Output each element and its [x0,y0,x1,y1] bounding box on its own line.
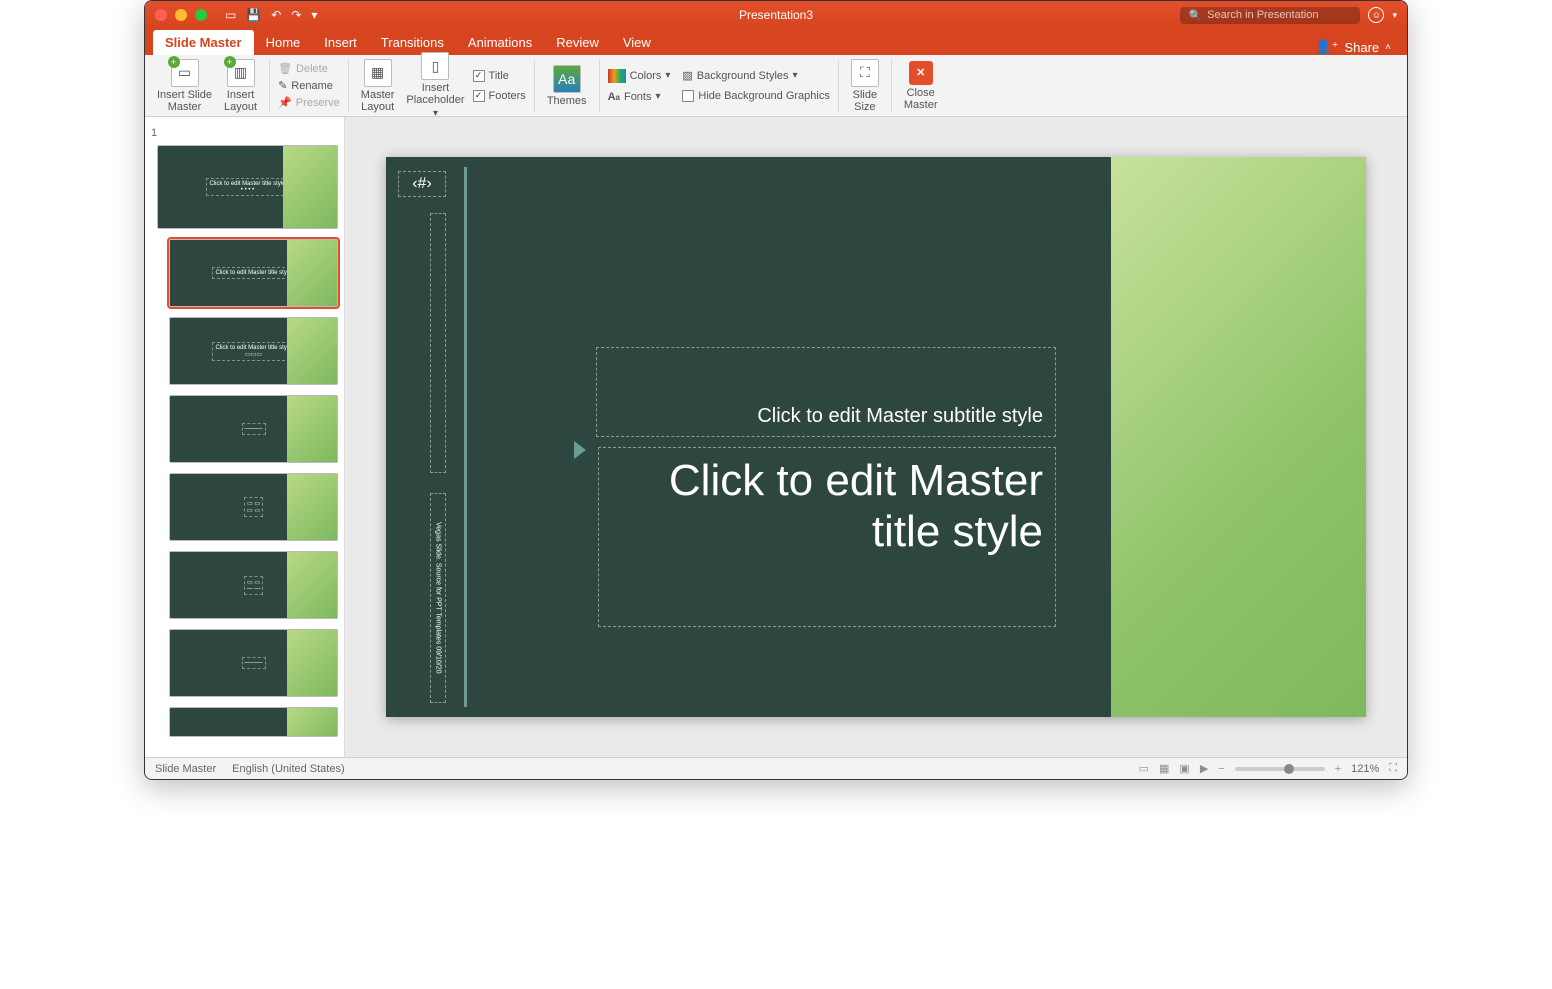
share-button[interactable]: Share [1344,40,1379,55]
sorter-view-icon[interactable]: ▦ [1159,762,1169,775]
status-language[interactable]: English (United States) [232,763,345,775]
delete-button[interactable]: 🗑Delete [278,62,340,75]
save-icon[interactable]: 💾 [246,8,261,22]
hide-background-graphics-checkbox[interactable]: Hide Background Graphics [682,90,829,102]
subtitle-placeholder[interactable]: Click to edit Master subtitle style [596,347,1056,437]
window-controls [155,9,207,21]
background-styles-icon: ▨ [682,69,692,82]
ribbon-tabs: Slide Master Home Insert Transitions Ani… [145,29,1407,55]
status-bar: Slide Master English (United States) ▭ ▦… [145,757,1407,779]
feedback-dropdown-icon[interactable]: ▾ [1392,10,1397,21]
insert-placeholder-icon: ▯ [421,52,449,80]
green-panel [1111,157,1366,717]
slide-size-icon: ⛶ [851,59,879,87]
undo-icon[interactable]: ↶ [271,8,281,22]
layout-thumbnail-4[interactable]: ▭ ▭▭ ▭ [169,473,338,541]
tab-review[interactable]: Review [544,30,611,55]
search-icon: 🔍 [1188,9,1202,22]
fonts-icon: Aa [608,91,620,103]
slide[interactable]: ‹#› Vegas Slide. Source for PPT Template… [386,157,1366,717]
edit-group: 🗑Delete ✎Rename 📌Preserve [278,62,340,109]
insert-slide-master-button[interactable]: +▭ Insert Slide Master [153,57,216,115]
reading-view-icon[interactable]: ▣ [1179,762,1189,775]
tab-home[interactable]: Home [254,30,313,55]
zoom-window-button[interactable] [195,9,207,21]
redo-icon[interactable]: ↷ [291,8,301,22]
feedback-icon[interactable]: ☺ [1368,7,1384,23]
thumbnail-pane[interactable]: 1 Click to edit Master title style• • • … [145,117,345,757]
search-box[interactable]: 🔍 [1180,7,1360,24]
zoom-slider[interactable] [1235,767,1325,771]
close-window-button[interactable] [155,9,167,21]
status-view-name: Slide Master [155,763,216,775]
preserve-icon: 📌 [278,96,292,109]
themes-icon: Aa [553,65,581,93]
zoom-out-button[interactable]: − [1218,763,1224,775]
layout-thumbnail-6[interactable]: ——— [169,629,338,697]
share-icon[interactable]: 👤⁺ [1315,39,1338,55]
preserve-button[interactable]: 📌Preserve [278,96,340,109]
insert-layout-icon: +▥ [227,59,255,87]
search-input[interactable] [1207,9,1352,21]
zoom-in-button[interactable]: + [1335,763,1341,775]
vertical-accent-line [464,167,467,707]
normal-view-icon[interactable]: ▭ [1139,762,1149,775]
insert-slide-master-icon: +▭ [171,59,199,87]
insert-placeholder-button[interactable]: ▯ Insert Placeholder ▾ [402,50,468,121]
layout-thumbnail-3[interactable]: ——— [169,395,338,463]
rename-icon: ✎ [278,79,287,92]
tab-slide-master[interactable]: Slide Master [153,30,254,55]
fonts-button[interactable]: AaFonts▾ [608,91,671,103]
slide-canvas-area[interactable]: ‹#› Vegas Slide. Source for PPT Template… [345,117,1407,757]
tab-animations[interactable]: Animations [456,30,544,55]
date-placeholder[interactable] [430,213,446,473]
title-placeholder[interactable]: Click to edit Master title style [598,447,1056,627]
layout-thumbnail-7[interactable] [169,707,338,737]
ribbon: +▭ Insert Slide Master +▥ Insert Layout … [145,55,1407,117]
qat-dropdown-icon[interactable]: ▾ [311,8,317,22]
close-icon: ✕ [909,61,933,85]
insert-layout-button[interactable]: +▥ Insert Layout [220,57,261,115]
triangle-marker [574,441,586,459]
colors-icon [608,69,626,83]
slideshow-view-icon[interactable]: ▶ [1200,762,1208,775]
close-master-button[interactable]: ✕ Close Master [900,59,942,113]
slide-size-button[interactable]: ⛶ Slide Size [847,57,883,115]
colors-button[interactable]: Colors▾ [608,69,671,83]
zoom-level[interactable]: 121% [1351,763,1379,775]
tab-insert[interactable]: Insert [312,30,369,55]
delete-icon: 🗑 [278,62,292,75]
layout-thumbnail-5[interactable]: ▭ ▭— — [169,551,338,619]
slide-number-placeholder[interactable]: ‹#› [398,171,446,197]
rename-button[interactable]: ✎Rename [278,79,340,92]
background-styles-button[interactable]: ▨Background Styles▾ [682,69,829,82]
titlebar: ▭ 💾 ↶ ↷ ▾ Presentation3 🔍 ☺ ▾ [145,1,1407,29]
master-layout-icon: ▦ [364,59,392,87]
layout-thumbnail-1[interactable]: Click to edit Master title style [169,239,338,307]
workspace: 1 Click to edit Master title style• • • … [145,117,1407,757]
footers-checkbox[interactable]: ✓Footers [473,90,526,102]
layout-thumbnail-2[interactable]: Click to edit Master title style▭▭▭ [169,317,338,385]
master-thumbnail[interactable]: Click to edit Master title style• • • • [157,145,338,229]
fit-to-window-icon[interactable]: ⛶ [1389,762,1397,775]
minimize-window-button[interactable] [175,9,187,21]
document-title: Presentation3 [739,8,813,22]
master-index: 1 [151,127,157,139]
collapse-ribbon-icon[interactable]: ˄ [1385,42,1391,53]
app-window: ▭ 💾 ↶ ↷ ▾ Presentation3 🔍 ☺ ▾ Slide Mast… [144,0,1408,780]
master-layout-button[interactable]: ▦ Master Layout [357,57,399,115]
quick-access-toolbar: ▭ 💾 ↶ ↷ ▾ [225,8,317,22]
themes-button[interactable]: Aa Themes [543,63,591,109]
tab-view[interactable]: View [611,30,663,55]
footer-placeholder[interactable]: Vegas Slide. Source for PPT Templates 09… [430,493,446,703]
title-checkbox[interactable]: ✓Title [473,70,526,82]
zoom-slider-thumb[interactable] [1284,764,1294,774]
outline-view-icon[interactable]: ▭ [225,8,236,22]
